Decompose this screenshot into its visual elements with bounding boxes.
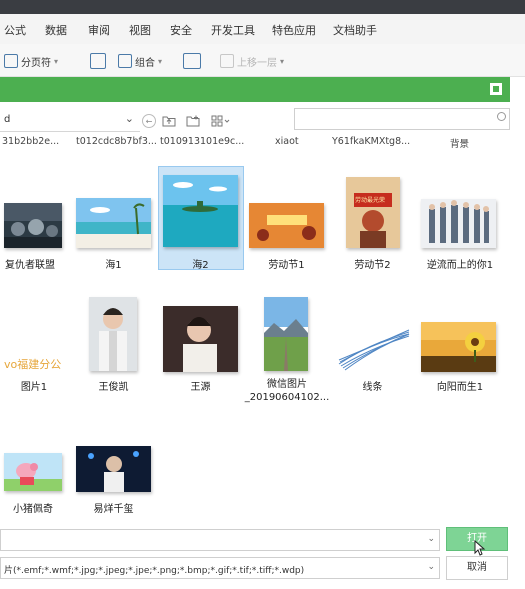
file-label-wechat-image[interactable]: 微信图片_20190604102...: [244, 378, 330, 404]
page-break-label: 分页符: [21, 57, 51, 69]
tab-doc-assistant[interactable]: 文档助手: [333, 22, 377, 38]
tab-view[interactable]: 视图: [129, 22, 151, 38]
tab-security[interactable]: 安全: [170, 22, 192, 38]
file-name-top-5: Y61fkaKMXtg8...: [332, 136, 411, 147]
search-input[interactable]: [294, 108, 510, 130]
thumb-labor-day-1[interactable]: [249, 203, 324, 248]
tab-review[interactable]: 审阅: [88, 22, 110, 38]
file-label-sea-2[interactable]: 海2: [163, 256, 238, 271]
thumb-wang-yuan[interactable]: [163, 306, 238, 372]
selection-pane-button[interactable]: [183, 52, 201, 70]
selection-pane-icon: [183, 53, 201, 69]
thumb-yi-yangqianxi[interactable]: [76, 446, 151, 492]
chevron-down-icon: ▾: [280, 56, 285, 66]
group-icon: [118, 54, 132, 68]
back-icon[interactable]: ←: [142, 114, 156, 128]
tab-formula[interactable]: 公式: [4, 22, 26, 38]
thumb-sunflower[interactable]: [421, 322, 496, 372]
chevron-down-icon[interactable]: ⌄: [427, 534, 435, 544]
search-icon: [497, 112, 506, 121]
thumb-labor-day-2[interactable]: 劳动最光荣: [346, 177, 400, 248]
tab-data[interactable]: 数据: [45, 22, 67, 38]
new-folder-icon[interactable]: [186, 114, 200, 128]
file-name-top-1: 31b2bb2e...: [2, 136, 60, 147]
chevron-down-icon[interactable]: ⌄: [427, 562, 435, 572]
bring-forward-label: 上移一层: [237, 57, 277, 69]
page-break-button[interactable]: 分页符 ▾: [4, 52, 58, 70]
bring-forward-button[interactable]: 上移一层 ▾: [220, 52, 284, 70]
align-icon: [90, 53, 106, 69]
tab-special-apps[interactable]: 特色应用: [272, 22, 316, 38]
folder-path-field[interactable]: d ⌄: [0, 109, 140, 132]
page-break-icon: [4, 54, 18, 68]
file-label-lines[interactable]: 线条: [335, 378, 410, 393]
thumb-image-1[interactable]: vo福建分公: [4, 355, 64, 373]
up-folder-icon[interactable]: [162, 114, 176, 128]
dialog-header: [0, 77, 510, 102]
thumb-wang-junkai[interactable]: [89, 297, 137, 371]
folder-path-text: d: [4, 114, 11, 125]
file-name-top-2: t012cdc8b7bf3...: [76, 136, 157, 147]
thumb-sea-2[interactable]: [163, 175, 238, 247]
thumb-lines[interactable]: [337, 326, 411, 372]
group-label: 组合: [135, 57, 155, 69]
file-label-peppa-pig[interactable]: 小猪佩奇: [4, 500, 62, 515]
ribbon-tab-bar: 公式 数据 审阅 视图 安全 开发工具 特色应用 文档助手: [0, 14, 525, 44]
thumb-upstream[interactable]: [421, 199, 496, 248]
file-label-sea-1[interactable]: 海1: [76, 256, 151, 271]
group-button[interactable]: 组合 ▾: [118, 52, 162, 70]
app-title-bar: [0, 0, 525, 14]
thumb-avengers[interactable]: [4, 203, 62, 248]
cancel-button[interactable]: 取消: [446, 556, 508, 580]
file-name-input[interactable]: ⌄: [0, 529, 440, 551]
chevron-down-icon: ▾: [54, 56, 59, 66]
mouse-cursor-icon: [474, 539, 486, 559]
labor-poster-text: 劳动最光荣: [355, 197, 386, 204]
bring-forward-icon: [220, 54, 234, 68]
file-name-top-3: t010913101e9c...: [160, 136, 245, 147]
file-label-image-1[interactable]: 图片1: [4, 378, 64, 393]
image-1-sign-text: vo福建分公: [4, 358, 62, 371]
file-label-upstream[interactable]: 逆流而上的你1: [421, 256, 499, 271]
file-label-yi-yangqianxi[interactable]: 易烊千玺: [76, 500, 151, 515]
file-name-top-6: 背景: [450, 139, 470, 150]
thumb-peppa-pig[interactable]: [4, 453, 62, 491]
file-label-wang-junkai[interactable]: 王俊凯: [76, 378, 151, 393]
view-mode-icon[interactable]: [210, 114, 232, 128]
tab-developer[interactable]: 开发工具: [211, 22, 255, 38]
maximize-icon[interactable]: [490, 83, 502, 95]
align-button[interactable]: [90, 52, 106, 70]
file-label-labor-day-2[interactable]: 劳动节2: [335, 256, 410, 271]
file-name-top-4: xiaot: [275, 136, 299, 147]
chevron-down-icon[interactable]: ⌄: [125, 112, 134, 125]
file-label-sunflower[interactable]: 向阳而生1: [421, 378, 499, 393]
file-type-text: 片(*.emf;*.wmf;*.jpg;*.jpeg;*.jpe;*.png;*…: [4, 566, 305, 576]
thumb-wechat-image[interactable]: [264, 297, 308, 371]
file-type-select[interactable]: 片(*.emf;*.wmf;*.jpg;*.jpeg;*.jpe;*.png;*…: [0, 557, 440, 579]
thumb-sea-1[interactable]: [76, 198, 151, 248]
file-label-avengers[interactable]: 复仇者联盟: [0, 256, 60, 271]
chevron-down-icon: ▾: [158, 56, 163, 66]
file-label-wang-yuan[interactable]: 王源: [163, 378, 238, 393]
file-label-labor-day-1[interactable]: 劳动节1: [249, 256, 324, 271]
ribbon-toolbar: 分页符 ▾ 组合 ▾ 上移一层 ▾: [0, 44, 525, 77]
